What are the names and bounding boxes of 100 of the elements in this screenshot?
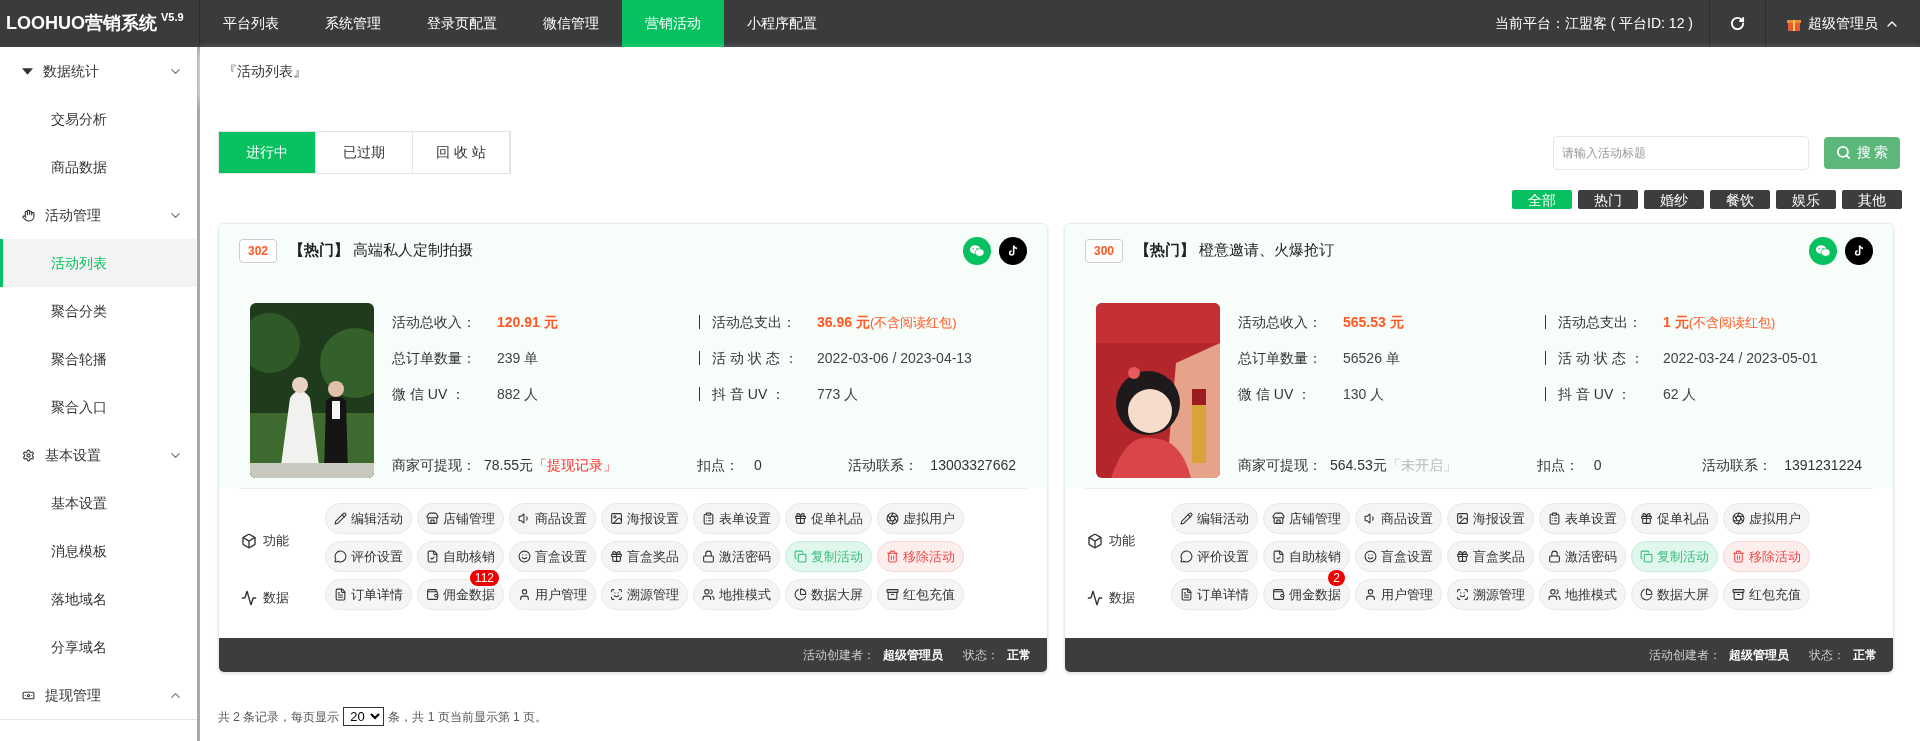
withdraw-link[interactable]: 「提现记录」 — [533, 455, 618, 476]
action-button[interactable]: 店铺管理 — [1263, 503, 1350, 534]
sidebar-item[interactable]: 商品数据 — [0, 143, 197, 191]
nav-tab[interactable]: 平台列表 — [200, 0, 302, 47]
action-button[interactable]: 订单详情 — [1171, 579, 1258, 610]
sidebar-item[interactable]: 分享域名 — [0, 623, 197, 671]
tiktok-icon[interactable] — [999, 236, 1027, 265]
action-button[interactable]: 虚拟用户 — [877, 503, 964, 534]
action-button[interactable]: 海报设置 — [601, 503, 688, 534]
pencil-icon — [1180, 512, 1193, 525]
sidebar-group[interactable]: 数据统计 — [0, 47, 197, 95]
action-button[interactable]: 表单设置 — [1539, 503, 1626, 534]
action-button[interactable]: 溯源管理 — [601, 579, 688, 610]
stat-label: 活 动 状 态 ： — [712, 348, 799, 368]
action-button[interactable]: 促单礼品 — [1631, 503, 1718, 534]
pencil-icon — [334, 512, 347, 525]
nav-tab[interactable]: 登录页配置 — [404, 0, 520, 47]
user-menu[interactable]: 超级管理员 — [1766, 0, 1920, 47]
chart-icon — [1087, 590, 1103, 606]
action-button[interactable]: 表单设置 — [693, 503, 780, 534]
action-button[interactable]: 盲盒设置 — [1355, 541, 1442, 572]
refresh-icon — [1730, 16, 1745, 31]
withdraw-amount: 78.55元 — [484, 456, 534, 475]
withdraw-amount: 564.53元 — [1330, 456, 1387, 475]
sidebar-item[interactable]: 聚合入口 — [0, 383, 197, 431]
withdraw-label: 商家可提现： — [392, 456, 477, 475]
action-button[interactable]: 店铺管理 — [417, 503, 504, 534]
creator-name: 超级管理员 — [883, 647, 943, 664]
sidebar-item[interactable]: 基本设置 — [0, 479, 197, 527]
stat-note: (不含阅读红包) — [1688, 313, 1776, 332]
action-button[interactable]: 编辑活动 — [1171, 503, 1258, 534]
action-button[interactable]: 促单礼品 — [785, 503, 872, 534]
action-button[interactable]: 红包充值 — [877, 579, 964, 610]
action-button[interactable]: 激活密码 — [693, 541, 780, 572]
nav-tab[interactable]: 小程序配置 — [724, 0, 840, 47]
contact-value: 13003327662 — [930, 456, 1016, 475]
search-field[interactable]: 请输入活动标题 — [1553, 135, 1809, 170]
lock-icon — [702, 550, 715, 563]
action-button[interactable]: 溯源管理 — [1447, 579, 1534, 610]
deduct-value: 0 — [1593, 456, 1602, 475]
clipboard-icon — [1548, 512, 1561, 525]
scan-icon — [1456, 588, 1469, 601]
category-filter[interactable]: 热门 — [1578, 190, 1638, 209]
action-button[interactable]: 数据大屏 — [1631, 579, 1718, 610]
lock-icon — [1548, 550, 1561, 563]
action-button[interactable]: 商品设置 — [1355, 503, 1442, 534]
sidebar-item[interactable]: 聚合分类 — [0, 287, 197, 335]
users-icon — [1548, 588, 1561, 601]
action-button[interactable]: 盲盒奖品 — [1447, 541, 1534, 572]
sidebar-group[interactable]: 提现管理 — [0, 671, 197, 719]
action-button[interactable]: 激活密码 — [1539, 541, 1626, 572]
sidebar-item[interactable]: 聚合轮播 — [0, 335, 197, 383]
platform-info: 当前平台：江盟客 ( 平台ID: 12 ) — [1494, 14, 1693, 33]
store-icon — [1272, 512, 1285, 525]
action-button[interactable]: 海报设置 — [1447, 503, 1534, 534]
tiktok-icon[interactable] — [1845, 236, 1873, 265]
sidebar-group[interactable]: 基本设置 — [0, 431, 197, 479]
contact-label: 活动联系： — [1702, 456, 1774, 475]
copy-icon — [1640, 550, 1653, 563]
sidebar-item[interactable]: 落地域名 — [0, 575, 197, 623]
document-icon — [1180, 588, 1193, 601]
status-tab[interactable]: 已过期 — [316, 132, 413, 173]
action-button[interactable]: 盲盒设置 — [509, 541, 596, 572]
action-button[interactable]: 红包充值 — [1723, 579, 1810, 610]
nav-tab[interactable]: 系统管理 — [302, 0, 404, 47]
action-button[interactable]: 自助核销 — [1263, 541, 1350, 572]
smile-icon — [1364, 550, 1377, 563]
action-button[interactable]: 编辑活动 — [325, 503, 412, 534]
category-filter[interactable]: 娱乐 — [1776, 190, 1836, 209]
action-button[interactable]: 自助核销 — [417, 541, 504, 572]
sidebar-group[interactable]: 活动管理 — [0, 191, 197, 239]
action-button[interactable]: 地推模式 — [1539, 579, 1626, 610]
category-filter[interactable]: 其他 — [1842, 190, 1902, 209]
aperture-icon — [886, 512, 899, 525]
category-filter[interactable]: 餐饮 — [1710, 190, 1770, 209]
action-button[interactable]: 评价设置 — [325, 541, 412, 572]
count-badge: 2 — [1328, 570, 1345, 586]
hand-icon — [22, 208, 35, 222]
action-button[interactable]: 用户管理 — [509, 579, 596, 610]
action-button[interactable]: 地推模式 — [693, 579, 780, 610]
wallet-icon — [426, 588, 439, 601]
sidebar-item[interactable]: 消息模板 — [0, 527, 197, 575]
action-button[interactable]: 用户管理 — [1355, 579, 1442, 610]
card-title: 【热门】 橙意邀请、火爆抢订 — [1135, 240, 1335, 261]
action-button[interactable]: 商品设置 — [509, 503, 596, 534]
sidebar-item[interactable]: 交易分析 — [0, 95, 197, 143]
action-button[interactable]: 数据大屏 — [785, 579, 872, 610]
action-button[interactable]: 订单详情 — [325, 579, 412, 610]
action-button[interactable]: 评价设置 — [1171, 541, 1258, 572]
action-button[interactable]: 盲盒奖品 — [601, 541, 688, 572]
status-tab[interactable]: 回 收 站 — [413, 132, 510, 173]
document-icon — [426, 550, 439, 563]
store-icon — [426, 512, 439, 525]
category-filter[interactable]: 婚纱 — [1644, 190, 1704, 209]
nav-tab[interactable]: 微信管理 — [520, 0, 622, 47]
stat-value: 773 人 — [817, 384, 859, 404]
deduct-label: 扣点： — [697, 456, 741, 475]
page-size-select[interactable]: 20 — [343, 707, 385, 726]
action-button[interactable]: 虚拟用户 — [1723, 503, 1810, 534]
smile-icon — [518, 550, 531, 563]
